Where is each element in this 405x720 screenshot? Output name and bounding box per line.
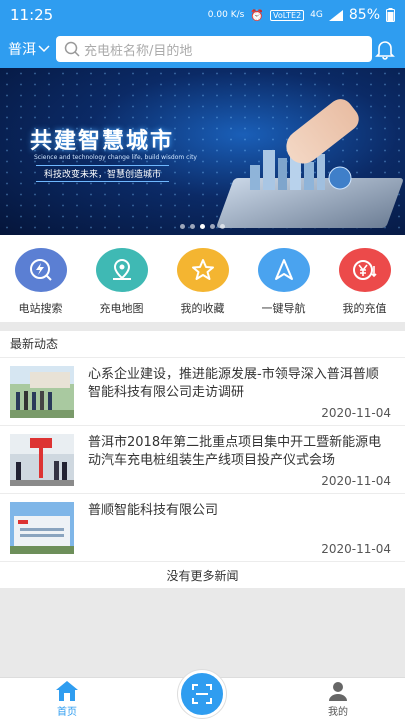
quick-action-label: 充电地图 (99, 302, 144, 315)
news-thumbnail (10, 502, 74, 554)
news-heading: 最新动态 (0, 331, 405, 358)
no-more-news: 没有更多新闻 (166, 569, 239, 583)
search-icon (64, 41, 80, 57)
banner-subtitle-cn: 科技改变未来，智慧创造城市 (36, 165, 170, 182)
quick-actions: 电站搜索 充电地图 我的收藏 一键导航 我的充值 (0, 235, 405, 322)
carousel-dot (180, 224, 185, 229)
search-input[interactable]: 充电桩名称/目的地 (56, 36, 372, 62)
quick-action-label: 我的收藏 (180, 302, 225, 315)
banner-title: 共建智慧城市 (30, 129, 175, 154)
news-item[interactable]: 心系企业建设，推进能源发展-市领导深入普洱普顺智能科技有限公司走访调研 2020… (0, 358, 405, 426)
status-indicators: 0.00 K/s ⏰ VoLTE2 4G 85% (208, 7, 395, 23)
search-placeholder: 充电桩名称/目的地 (84, 43, 193, 59)
news-item[interactable]: 普顺智能科技有限公司 2020-11-04 (0, 494, 405, 562)
scan-button[interactable] (178, 670, 226, 718)
tab-home-label: 首页 (57, 707, 77, 718)
signal-icon (328, 9, 343, 21)
battery-percent: 85% (348, 7, 380, 23)
chevron-down-icon (38, 45, 50, 53)
yuan-coin-icon (338, 248, 391, 292)
city-label: 普洱 (8, 42, 36, 58)
tab-home[interactable]: 首页 (42, 680, 92, 718)
news-date: 2020-11-04 (321, 474, 391, 488)
quick-action-favorites[interactable]: 我的收藏 (168, 248, 238, 322)
scan-icon (192, 684, 212, 704)
battery-icon (386, 8, 395, 22)
navigation-arrow-icon (257, 248, 310, 292)
news-section: 最新动态 心系企业建设，推进能源发展-市领导深入普洱普顺智能科技有限公司走访调研… (0, 331, 405, 588)
volte-badge: VoLTE2 (270, 9, 305, 21)
promo-banner[interactable]: 共建智慧城市 Science and technology change lif… (0, 68, 405, 235)
quick-action-charge-map[interactable]: 充电地图 (87, 248, 157, 322)
news-date: 2020-11-04 (321, 406, 391, 420)
tab-mine-label: 我的 (328, 707, 348, 718)
user-icon (329, 682, 347, 701)
status-time: 11:25 (10, 6, 54, 24)
news-date: 2020-11-04 (321, 542, 391, 556)
status-bar: 11:25 0.00 K/s ⏰ VoLTE2 4G 85% (0, 0, 405, 30)
quick-action-label: 我的充值 (342, 302, 387, 315)
quick-action-recharge[interactable]: 我的充值 (330, 248, 400, 322)
search-lightning-icon (14, 248, 67, 292)
carousel-indicator (0, 224, 405, 229)
quick-action-label: 一键导航 (261, 302, 306, 315)
home-icon (56, 681, 78, 701)
alarm-icon: ⏰ (250, 8, 265, 22)
tab-mine[interactable]: 我的 (313, 680, 363, 718)
carousel-dot (220, 224, 225, 229)
carousel-dot (210, 224, 215, 229)
news-item[interactable]: 普洱市2018年第二批重点项目集中开工暨新能源电动汽车充电桩组装生产线项目投产仪… (0, 426, 405, 494)
city-selector[interactable]: 普洱 (8, 39, 56, 59)
network-speed: 0.00 K/s (207, 10, 245, 20)
bell-icon[interactable] (373, 37, 397, 61)
header: 普洱 充电桩名称/目的地 (0, 30, 405, 68)
news-thumbnail (10, 366, 74, 418)
carousel-dot-active (200, 224, 205, 229)
carousel-dot (190, 224, 195, 229)
quick-action-navigate[interactable]: 一键导航 (249, 248, 319, 322)
banner-subtitle-en: Science and technology change life, buil… (34, 154, 197, 161)
map-pin-icon (95, 248, 148, 292)
quick-action-station-search[interactable]: 电站搜索 (6, 248, 76, 322)
network-type: 4G (310, 10, 323, 20)
star-icon (176, 248, 229, 292)
quick-action-label: 电站搜索 (18, 302, 63, 315)
news-thumbnail (10, 434, 74, 486)
